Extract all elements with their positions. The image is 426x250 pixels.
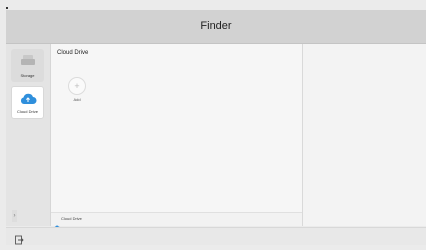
top-left-dot <box>6 7 8 9</box>
breadcrumb: Cloud Drive <box>51 212 302 230</box>
plus-icon: + <box>74 81 80 91</box>
window-title: Finder <box>200 20 232 32</box>
sidebar: Storage Cloud Drive › <box>6 44 51 226</box>
bottom-bar <box>6 227 426 245</box>
sidebar-item-label: Cloud Drive <box>17 109 38 114</box>
add-label: Add <box>73 97 81 102</box>
add-button[interactable]: + <box>68 77 86 95</box>
breadcrumb-item[interactable]: Cloud Drive <box>61 216 82 221</box>
storage-icon <box>11 54 44 66</box>
pane-title: Cloud Drive <box>57 50 89 56</box>
title-bar: Finder <box>6 10 426 44</box>
cloud-upload-icon <box>12 92 43 106</box>
sidebar-item-storage[interactable]: Storage <box>11 49 44 82</box>
sidebar-item-label: Storage <box>20 73 35 78</box>
detail-pane <box>303 44 426 226</box>
file-browser-pane: Cloud Drive + Add Cloud Drive <box>51 44 303 230</box>
sidebar-item-cloud-drive[interactable]: Cloud Drive <box>11 86 44 119</box>
exit-icon[interactable] <box>14 232 24 245</box>
collapse-handle[interactable]: › <box>12 210 17 222</box>
